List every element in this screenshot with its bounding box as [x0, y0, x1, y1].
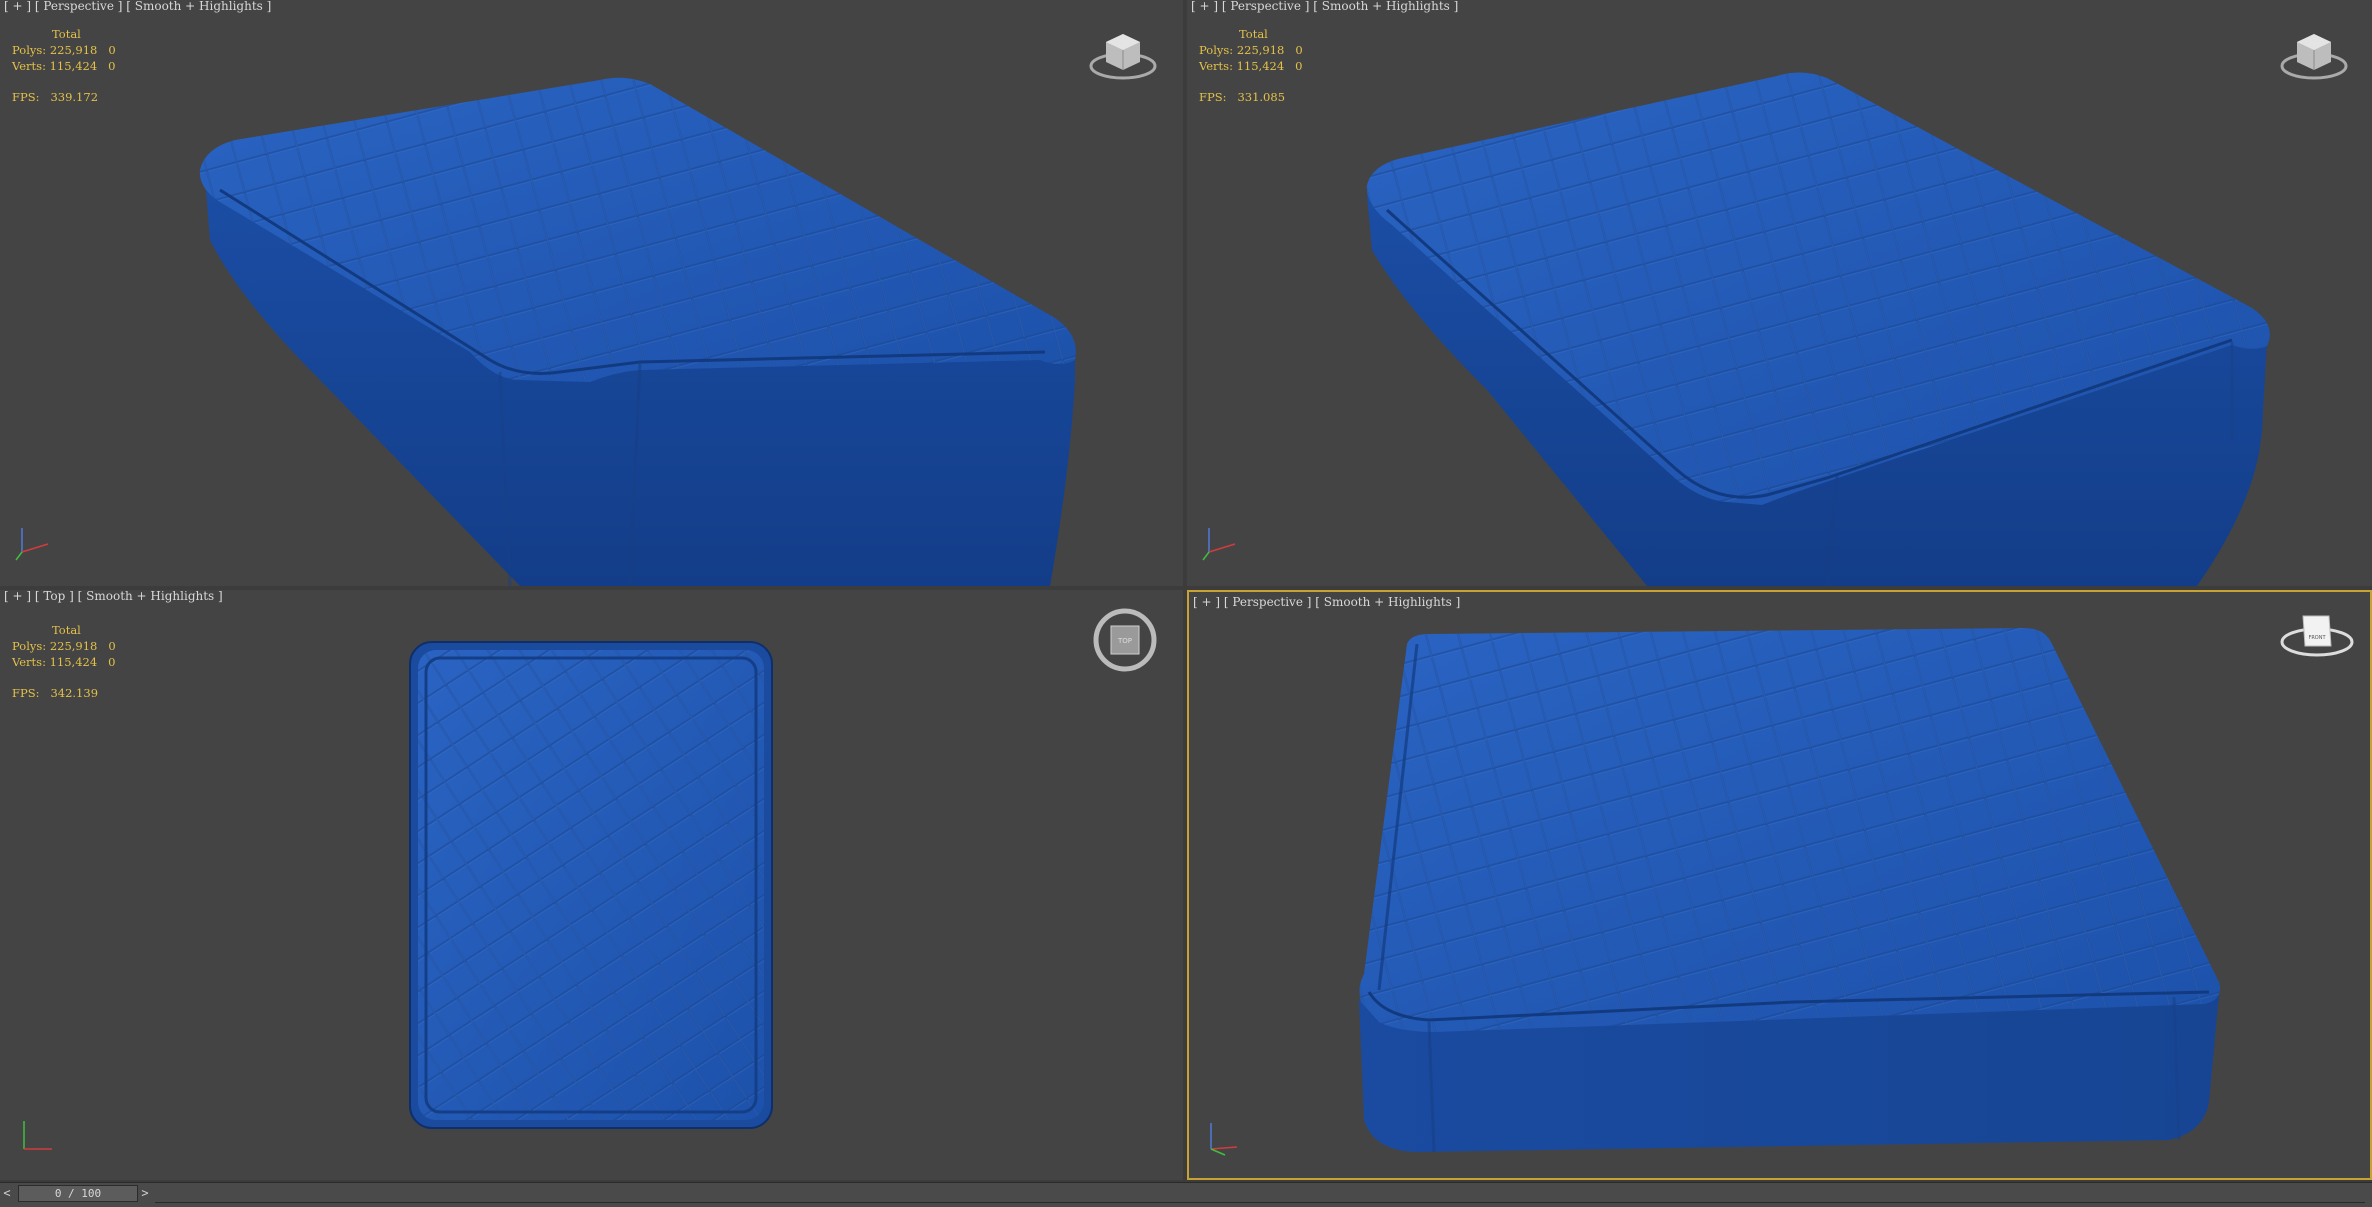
viewport-perspective-top-left[interactable]: [ + ] [ Perspective ] [ Smooth + Highlig… [0, 0, 1183, 586]
viewport-top-bottom-left[interactable]: [ + ] [ Top ] [ Smooth + Highlights ] To… [0, 590, 1183, 1180]
viewcube-icon[interactable]: TOP [1090, 608, 1160, 672]
timeline-next-button[interactable]: > [138, 1184, 152, 1202]
mattress-model [409, 641, 773, 1129]
viewcube-icon[interactable] [1088, 28, 1158, 86]
mattress-model [1359, 628, 2220, 1153]
timeline-bar: < 0 / 100 > [0, 1182, 2372, 1207]
viewcube-front-label: FRONT [2308, 635, 2326, 641]
timeline-track[interactable] [155, 1202, 2365, 1207]
axis-tripod-icon [23, 1121, 52, 1150]
mattress-model [1366, 72, 2270, 586]
viewport-perspective-bottom-right-active[interactable]: [ + ] [ Perspective ] [ Smooth + Highlig… [1187, 590, 2372, 1180]
axis-tripod-icon [15, 528, 49, 561]
viewport-perspective-top-right[interactable]: [ + ] [ Perspective ] [ Smooth + Highlig… [1187, 0, 2372, 586]
mattress-model [199, 77, 1076, 586]
axis-tripod-icon [1202, 528, 1236, 561]
viewcube-top-label: TOP [1117, 637, 1132, 645]
timeline-prev-button[interactable]: < [0, 1184, 14, 1202]
viewcube-icon[interactable]: FRONT [2279, 612, 2355, 662]
axis-tripod-icon [1210, 1123, 1238, 1156]
time-slider[interactable]: 0 / 100 [18, 1185, 138, 1202]
viewcube-icon[interactable] [2279, 28, 2349, 86]
